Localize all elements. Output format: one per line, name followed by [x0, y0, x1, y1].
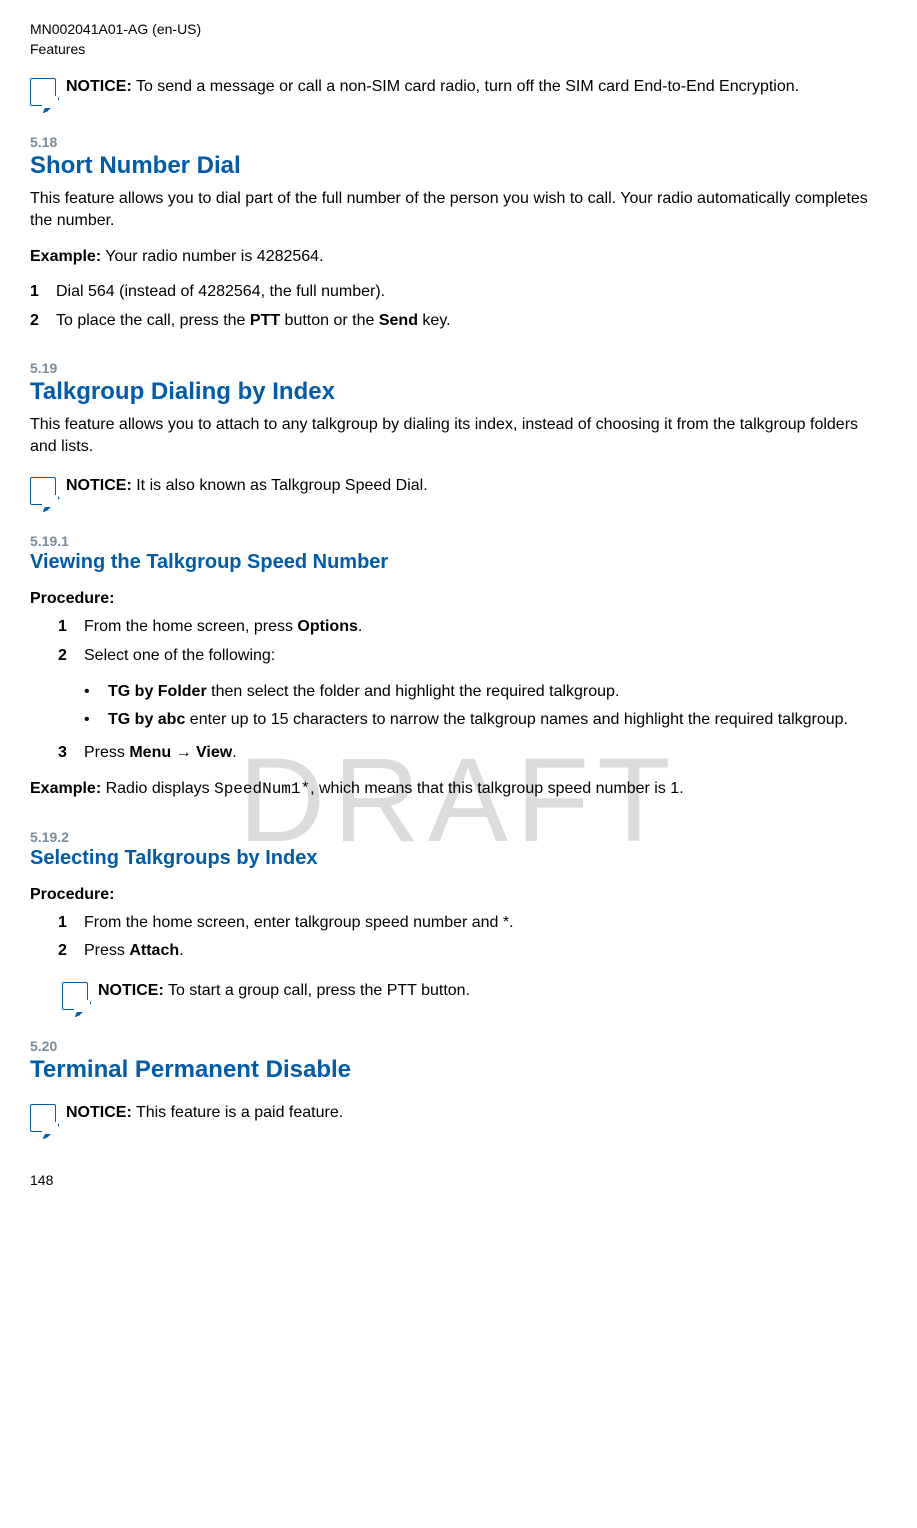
- step-text: Press Attach.: [84, 940, 887, 962]
- section-title-terminal-permanent-disable: Terminal Permanent Disable: [30, 1056, 887, 1084]
- notice-text: NOTICE: To start a group call, press the…: [98, 980, 470, 1002]
- example-label: Example:: [30, 248, 101, 265]
- section-title-talkgroup-dialing: Talkgroup Dialing by Index: [30, 378, 887, 406]
- list-item: 2 To place the call, press the PTT butto…: [30, 310, 887, 332]
- step-number: 2: [30, 310, 56, 332]
- list-item: 2 Press Attach.: [58, 940, 887, 962]
- notice-label: NOTICE:: [66, 1104, 132, 1121]
- example-5191: Example: Radio displays SpeedNum1*, whic…: [30, 778, 887, 801]
- code-text: SpeedNum1*: [214, 780, 310, 798]
- steps-5192: 1 From the home screen, enter talkgroup …: [58, 912, 887, 963]
- notice-ptt: NOTICE: To start a group call, press the…: [62, 980, 887, 1010]
- example-text: Your radio number is 4282564.: [101, 248, 323, 265]
- list-item: • TG by abc enter up to 15 characters to…: [84, 709, 887, 731]
- notice-label: NOTICE:: [66, 477, 132, 494]
- notice-body: It is also known as Talkgroup Speed Dial…: [132, 477, 428, 494]
- bullet-icon: •: [84, 681, 108, 703]
- notice-body: This feature is a paid feature.: [132, 1104, 343, 1121]
- notice-icon: [30, 477, 56, 505]
- section-number-520: 5.20: [30, 1038, 887, 1054]
- notice-icon: [30, 1104, 56, 1132]
- notice-text: NOTICE: This feature is a paid feature.: [66, 1102, 343, 1124]
- section-number-5191: 5.19.1: [30, 533, 887, 549]
- example-label: Example:: [30, 780, 101, 797]
- notice-icon: [30, 78, 56, 106]
- list-item: 1 From the home screen, press Options.: [58, 616, 887, 638]
- bullets-5191: • TG by Folder then select the folder an…: [84, 681, 887, 732]
- step-text: Select one of the following:: [84, 645, 887, 667]
- step-number: 1: [58, 912, 84, 934]
- step-number: 1: [30, 281, 56, 303]
- example-518: Example: Your radio number is 4282564.: [30, 246, 887, 268]
- section-title-selecting-talkgroups: Selecting Talkgroups by Index: [30, 847, 887, 870]
- section-number-519: 5.19: [30, 360, 887, 376]
- notice-body: To start a group call, press the PTT but…: [164, 982, 470, 999]
- step-text: Press Menu → View.: [84, 742, 887, 764]
- page-number: 148: [30, 1172, 887, 1188]
- procedure-label: Procedure:: [30, 590, 887, 608]
- step-text: Dial 564 (instead of 4282564, the full n…: [56, 281, 887, 303]
- steps-5191-cont: 3 Press Menu → View.: [58, 742, 887, 764]
- steps-5191: 1 From the home screen, press Options. 2…: [58, 616, 887, 667]
- notice-e2e: NOTICE: To send a message or call a non-…: [30, 76, 887, 106]
- header-docnum: MN002041A01-AG (en-US): [30, 20, 887, 38]
- step-number: 2: [58, 645, 84, 667]
- step-text: From the home screen, enter talkgroup sp…: [84, 912, 887, 934]
- list-item: 2 Select one of the following:: [58, 645, 887, 667]
- section-number-5192: 5.19.2: [30, 829, 887, 845]
- header-section: Features: [30, 40, 887, 58]
- notice-body: To send a message or call a non-SIM card…: [132, 78, 799, 95]
- step-number: 1: [58, 616, 84, 638]
- notice-speed-dial: NOTICE: It is also known as Talkgroup Sp…: [30, 475, 887, 505]
- section-intro-518: This feature allows you to dial part of …: [30, 188, 887, 231]
- notice-paid: NOTICE: This feature is a paid feature.: [30, 1102, 887, 1132]
- step-text: From the home screen, press Options.: [84, 616, 887, 638]
- notice-icon: [62, 982, 88, 1010]
- notice-label: NOTICE:: [66, 78, 132, 95]
- step-number: 2: [58, 940, 84, 962]
- list-item: 1 Dial 564 (instead of 4282564, the full…: [30, 281, 887, 303]
- procedure-label: Procedure:: [30, 886, 887, 904]
- section-title-viewing-speed-number: Viewing the Talkgroup Speed Number: [30, 551, 887, 574]
- section-number-518: 5.18: [30, 134, 887, 150]
- bullet-text: TG by Folder then select the folder and …: [108, 681, 619, 703]
- steps-518: 1 Dial 564 (instead of 4282564, the full…: [30, 281, 887, 332]
- section-title-short-number-dial: Short Number Dial: [30, 152, 887, 180]
- bullet-icon: •: [84, 709, 108, 731]
- notice-text: NOTICE: To send a message or call a non-…: [66, 76, 799, 98]
- list-item: • TG by Folder then select the folder an…: [84, 681, 887, 703]
- notice-label: NOTICE:: [98, 982, 164, 999]
- step-number: 3: [58, 742, 84, 764]
- section-intro-519: This feature allows you to attach to any…: [30, 414, 887, 457]
- step-text: To place the call, press the PTT button …: [56, 310, 887, 332]
- list-item: 1 From the home screen, enter talkgroup …: [58, 912, 887, 934]
- notice-text: NOTICE: It is also known as Talkgroup Sp…: [66, 475, 428, 497]
- list-item: 3 Press Menu → View.: [58, 742, 887, 764]
- bullet-text: TG by abc enter up to 15 characters to n…: [108, 709, 848, 731]
